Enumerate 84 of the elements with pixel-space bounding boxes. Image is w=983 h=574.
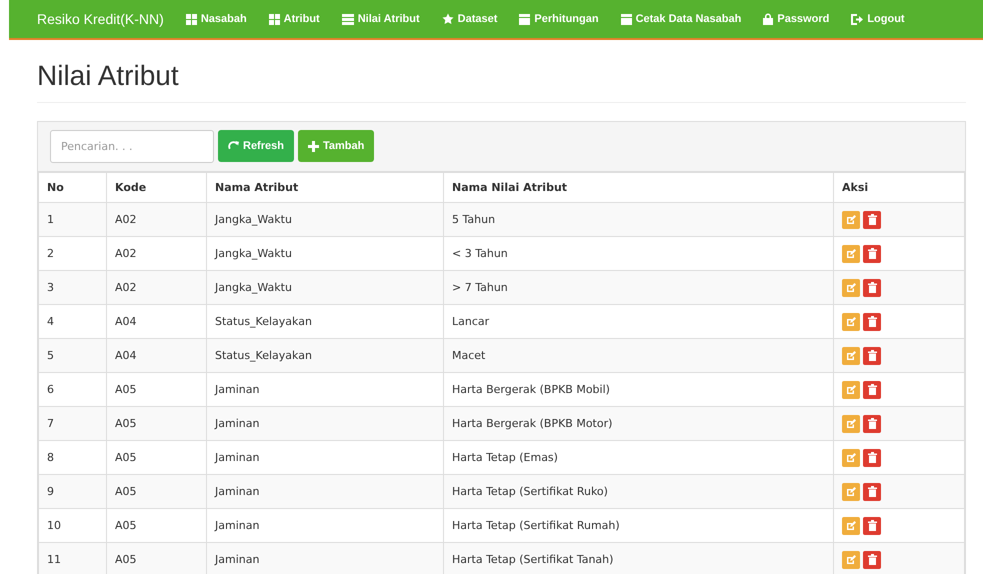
edit-icon [846, 350, 856, 360]
lock-icon [763, 13, 774, 25]
edit-icon [846, 452, 856, 462]
nav-link[interactable]: Logout [851, 13, 905, 25]
nav-link[interactable]: Nasabah [186, 13, 247, 25]
table-cell: 5 [38, 338, 106, 372]
table-cell: Jangka_Waktu [206, 270, 444, 304]
brand-link[interactable]: Resiko Kredit(K-NN) [37, 11, 164, 27]
delete-button[interactable] [863, 278, 881, 296]
trash-icon [868, 282, 876, 293]
edit-icon [846, 418, 856, 428]
table-cell: Status_Kelayakan [206, 338, 444, 372]
table-cell: A02 [106, 202, 206, 236]
search-field[interactable]: Pencarian. . . [50, 130, 214, 163]
table-cell: A04 [106, 338, 206, 372]
edit-icon [846, 282, 856, 292]
edit-icon [846, 214, 856, 224]
edit-icon [846, 554, 856, 564]
table-cell: Harta Tetap (Sertifikat Ruko) [444, 474, 834, 508]
add-button[interactable]: Tambah [298, 130, 374, 162]
table-cell: Harta Tetap (Sertifikat Tanah) [444, 542, 834, 574]
refresh-icon [228, 140, 239, 152]
table-cell: > 7 Tahun [444, 270, 834, 304]
delete-button[interactable] [863, 346, 881, 364]
delete-button[interactable] [863, 414, 881, 432]
list-icon [342, 14, 354, 24]
page-title: Nilai Atribut [37, 60, 966, 103]
nav-link[interactable]: Perhitungan [519, 13, 599, 25]
grid-icon [186, 14, 197, 24]
table-cell: 7 [38, 406, 106, 440]
calendar-icon [620, 13, 632, 25]
nav-link[interactable]: Nilai Atribut [342, 13, 420, 25]
grid-icon [268, 14, 280, 24]
table-cell: Jaminan [206, 474, 444, 508]
nav-link[interactable]: Atribut [268, 13, 320, 25]
edit-icon [846, 384, 856, 394]
column-header: No [38, 172, 106, 202]
refresh-button[interactable]: Refresh [218, 130, 294, 162]
table-cell: A05 [106, 474, 206, 508]
plus-icon [308, 140, 319, 152]
table-cell: A02 [106, 270, 206, 304]
edit-icon [846, 316, 856, 326]
trash-icon [868, 452, 876, 463]
trash-icon [868, 486, 876, 497]
table-cell: 1 [38, 202, 106, 236]
table-cell: Jangka_Waktu [206, 202, 444, 236]
table-cell: 3 [38, 270, 106, 304]
nav-link[interactable]: Dataset [442, 13, 498, 25]
delete-button[interactable] [863, 448, 881, 466]
table-cell: Harta Bergerak (BPKB Motor) [444, 406, 834, 440]
table-cell: Macet [444, 338, 834, 372]
trash-icon [868, 248, 876, 259]
nav-link[interactable]: Cetak Data Nasabah [620, 13, 742, 25]
delete-button[interactable] [863, 482, 881, 500]
delete-button[interactable] [863, 380, 881, 398]
table-cell: 9 [38, 474, 106, 508]
column-header: Nama Atribut [206, 172, 444, 202]
delete-button[interactable] [863, 210, 881, 228]
star-icon [442, 13, 454, 25]
edit-icon [846, 486, 856, 496]
trash-icon [868, 350, 876, 361]
delete-button[interactable] [863, 244, 881, 262]
nav-link[interactable]: Password [763, 13, 830, 25]
trash-icon [868, 316, 876, 327]
edit-icon [846, 520, 856, 530]
table-cell: A05 [106, 542, 206, 574]
table-cell: A05 [106, 406, 206, 440]
delete-button[interactable] [863, 312, 881, 330]
trash-icon [868, 214, 876, 225]
trash-icon [868, 554, 876, 565]
table-cell: Jaminan [206, 542, 444, 574]
column-header: Aksi [834, 172, 964, 202]
delete-button[interactable] [863, 516, 881, 534]
trash-icon [868, 384, 876, 395]
trash-icon [868, 520, 876, 531]
calendar-icon [519, 13, 530, 25]
edit-icon [846, 248, 856, 258]
column-header: Nama Nilai Atribut [444, 172, 834, 202]
logout-icon [851, 14, 864, 24]
delete-button[interactable] [863, 550, 881, 568]
table-cell: 11 [38, 542, 106, 574]
table-cell: 5 Tahun [444, 202, 834, 236]
trash-icon [868, 418, 876, 429]
table-cell: Jaminan [206, 406, 444, 440]
